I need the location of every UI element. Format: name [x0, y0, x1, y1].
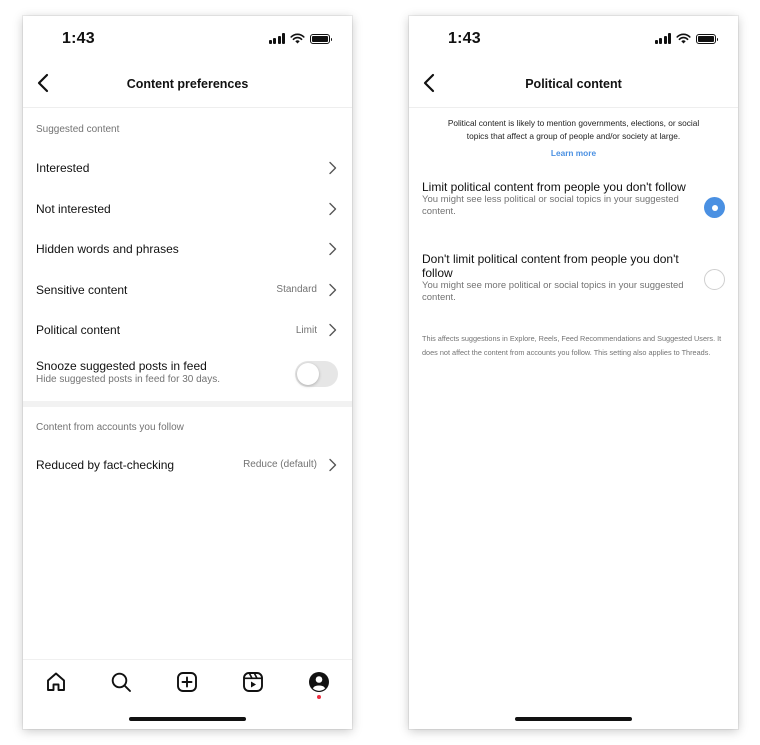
- snooze-toggle[interactable]: [295, 360, 338, 387]
- tab-create[interactable]: [175, 670, 199, 694]
- status-icons: [654, 33, 718, 44]
- status-bar: 1:43: [409, 16, 738, 64]
- option-description: You might see less political or social t…: [422, 194, 679, 217]
- option-title: Limit political content from people you …: [422, 180, 686, 194]
- chevron-right-icon: [329, 458, 337, 471]
- radio-unselected[interactable]: [704, 269, 725, 290]
- row-label: Interested: [36, 161, 90, 176]
- tab-home[interactable]: [44, 670, 68, 694]
- option-dont-limit[interactable]: Don't limit political content from peopl…: [409, 252, 738, 332]
- row-fact-checking[interactable]: Reduced by fact-checking Reduce (default…: [23, 445, 352, 486]
- option-description: You might see more political or social t…: [422, 280, 684, 303]
- page-title: Content preferences: [126, 77, 249, 91]
- status-bar: 1:43: [23, 16, 352, 64]
- profile-icon: [309, 672, 329, 692]
- tab-reels[interactable]: [241, 670, 265, 694]
- page-title: Political content: [525, 77, 622, 91]
- row-snooze-suggested: Snooze suggested posts in feed Hide sugg…: [23, 351, 352, 397]
- row-label: Reduced by fact-checking: [36, 457, 175, 472]
- tab-search[interactable]: [109, 670, 133, 694]
- row-label: Political content: [36, 323, 121, 338]
- row-label: Not interested: [36, 201, 111, 216]
- signal-icon: [268, 33, 285, 44]
- radio-selected[interactable]: [704, 197, 725, 218]
- status-time: 1:43: [62, 30, 95, 47]
- battery-icon: [310, 33, 332, 44]
- wifi-icon: [290, 33, 305, 44]
- header: Content preferences: [23, 64, 352, 108]
- row-interested[interactable]: Interested: [23, 148, 352, 189]
- row-label: Snooze suggested posts in feed: [36, 358, 207, 373]
- row-value: Limit: [295, 324, 317, 336]
- home-icon: [47, 672, 65, 691]
- wifi-icon: [676, 33, 691, 44]
- chevron-right-icon: [329, 242, 337, 256]
- row-sensitive-content[interactable]: Sensitive content Standard: [23, 270, 352, 311]
- signal-icon: [654, 33, 671, 44]
- row-label: Sensitive content: [36, 282, 128, 297]
- notification-dot: [317, 695, 321, 699]
- battery-icon: [696, 33, 718, 44]
- row-political-content[interactable]: Political content Limit: [23, 310, 352, 351]
- chevron-right-icon: [329, 283, 337, 296]
- intro-text: Political content is likely to mention g…: [447, 118, 700, 141]
- tab-profile[interactable]: [307, 670, 331, 694]
- section-heading-following: Content from accounts you follow: [36, 421, 184, 433]
- political-content-screen: 1:43 Political content Political content…: [409, 16, 738, 729]
- chevron-right-icon: [329, 161, 337, 175]
- footnote-text: This affects suggestions in Explore, Ree…: [422, 334, 722, 357]
- chevron-right-icon: [329, 323, 337, 337]
- status-time: 1:43: [448, 30, 481, 47]
- learn-more-link[interactable]: Learn more: [409, 148, 738, 158]
- row-label: Hidden words and phrases: [36, 242, 179, 257]
- search-icon: [111, 672, 131, 692]
- row-not-interested[interactable]: Not interested: [23, 189, 352, 230]
- home-indicator: [515, 717, 632, 721]
- section-heading-suggested: Suggested content: [36, 124, 120, 135]
- content-preferences-screen: 1:43 Content preferences Suggested conte…: [23, 16, 352, 729]
- create-icon: [177, 672, 197, 692]
- option-limit[interactable]: Limit political content from people you …: [409, 180, 738, 252]
- toggle-knob: [297, 362, 319, 385]
- home-indicator: [129, 717, 246, 721]
- row-value: Standard: [276, 284, 317, 296]
- reels-icon: [243, 672, 263, 692]
- row-sublabel: Hide suggested posts in feed for 30 days…: [36, 373, 221, 385]
- row-hidden-words[interactable]: Hidden words and phrases: [23, 229, 352, 270]
- row-value: Reduce (default): [243, 459, 317, 471]
- status-icons: [268, 33, 332, 44]
- header: Political content: [409, 64, 738, 108]
- option-title: Don't limit political content from peopl…: [422, 252, 679, 280]
- chevron-right-icon: [329, 202, 337, 215]
